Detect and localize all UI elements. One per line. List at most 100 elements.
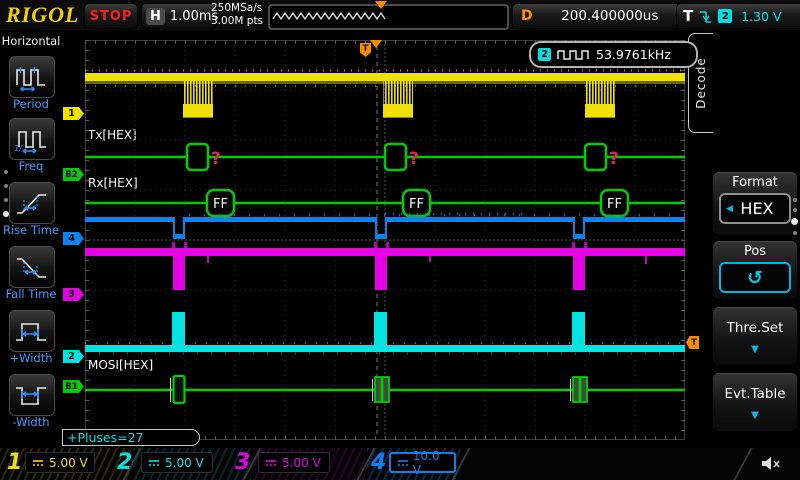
- trigger-level-value: 1.30 V: [741, 9, 781, 24]
- rx-byte-value: FF: [213, 197, 228, 212]
- rx-byte-value: FF: [607, 197, 622, 212]
- pos-softkey[interactable]: Pos ↺: [712, 240, 798, 300]
- run-state-label: STOP: [90, 9, 133, 24]
- frequency-counter: 2 53.9761kHz: [529, 41, 698, 68]
- bus1-position-marker[interactable]: B1: [63, 380, 84, 393]
- plus-width-label: +Width: [0, 351, 62, 365]
- fall-time-icon: [13, 252, 51, 282]
- left-page-dot: [4, 184, 8, 188]
- pulse-counter-readout: +Pluses=27: [62, 429, 200, 446]
- ch2-trace: [85, 312, 685, 354]
- left-page-dot: [4, 198, 8, 202]
- format-label: Format: [732, 172, 778, 193]
- plus-width-icon: [13, 316, 51, 346]
- rise-time-icon: [13, 188, 51, 218]
- minus-width-label: -Width: [0, 415, 62, 429]
- tx-error-mark: ?: [609, 149, 619, 169]
- waveform-svg: ? ? ? FF FF FF: [85, 40, 685, 440]
- trigger-readout: T 2 1.30 V: [676, 3, 800, 29]
- sample-rate: 250MSa/s: [211, 2, 263, 15]
- ch4-scale-value: 10.0 V: [413, 449, 448, 477]
- ch3-position-marker[interactable]: 3: [63, 288, 84, 301]
- threshold-softkey[interactable]: Thre.Set ▼: [712, 306, 798, 366]
- ch3-scale-value: 5.00 V: [282, 456, 321, 470]
- tx-error-mark: ?: [409, 149, 419, 169]
- format-value: HEX: [733, 199, 781, 218]
- left-page-dot: [4, 170, 8, 174]
- oscilloscope-screen: RIGOL STOP H 1.00ms 250MSa/s 3.00M pts D…: [0, 0, 800, 480]
- bus2-position-marker[interactable]: B2: [63, 168, 84, 181]
- speaker-mute-icon: [760, 454, 782, 477]
- falling-edge-icon: [698, 8, 713, 25]
- svg-text:1/: 1/: [14, 144, 23, 153]
- rise-time-button[interactable]: [9, 182, 55, 224]
- left-menu-title: Horizontal: [0, 34, 62, 48]
- waveform-preview-bar[interactable]: [268, 4, 509, 30]
- ch3-number[interactable]: 3: [235, 450, 250, 475]
- ch4-number[interactable]: 4: [371, 450, 386, 475]
- ch2-position-marker[interactable]: 2: [63, 350, 84, 363]
- ch1-scale-value: 5.00 V: [49, 456, 88, 470]
- event-table-softkey[interactable]: Evt.Table ▼: [712, 372, 798, 432]
- ch1-scale-chip[interactable]: 5.00 V: [25, 452, 95, 473]
- period-label: Period: [0, 97, 62, 111]
- trigger-level-marker-icon[interactable]: T: [686, 336, 699, 349]
- mosi-decode-trace: [85, 376, 685, 403]
- preview-trigger-marker-icon[interactable]: [375, 1, 387, 9]
- left-arrow-icon: ◀: [726, 204, 733, 214]
- right-page-dots: [791, 198, 798, 235]
- pos-value-box: ↺: [719, 262, 791, 293]
- freq-label: Freq: [0, 159, 62, 173]
- fall-time-button[interactable]: [9, 246, 55, 288]
- memory-depth: 3.00M pts: [211, 15, 263, 28]
- left-page-dot-active: [3, 211, 9, 217]
- delay-readout: D 200.400000us: [512, 3, 686, 29]
- ch1-number[interactable]: 1: [7, 450, 22, 475]
- acquisition-readout: 250MSa/s 3.00M pts: [211, 2, 263, 28]
- trigger-t-label: T: [683, 7, 693, 25]
- waveform-display: ? ? ? FF FF FF: [85, 40, 685, 440]
- ch2-scale-chip[interactable]: 5.00 V: [141, 452, 213, 473]
- square-wave-icon: [557, 48, 590, 62]
- rotate-icon: ↺: [747, 267, 763, 289]
- tx-error-mark: ?: [211, 149, 221, 169]
- ch4-position-marker[interactable]: 4: [63, 232, 84, 245]
- freq-icon: 1/: [13, 124, 51, 154]
- format-value-box: ◀ HEX: [719, 193, 791, 224]
- minus-width-icon: [13, 380, 51, 410]
- period-button[interactable]: [9, 56, 55, 98]
- run-state-badge: STOP: [84, 3, 138, 29]
- brand-logo: RIGOL: [6, 2, 79, 28]
- coupling-dc-icon: [265, 459, 277, 467]
- fall-time-label: Fall Time: [0, 287, 62, 301]
- coupling-dc-icon: [397, 459, 408, 467]
- ch2-number[interactable]: 2: [117, 450, 132, 475]
- format-softkey[interactable]: Format ◀ HEX: [712, 171, 798, 236]
- trigger-position-triangle-icon[interactable]: [370, 40, 382, 48]
- plus-width-button[interactable]: [9, 310, 55, 352]
- dropdown-icon: ▼: [751, 344, 759, 355]
- ch3-scale-chip[interactable]: 5.00 V: [258, 452, 330, 473]
- channel-status-bar: 1 5.00 V 2 5.00 V 3 5.00 V 4 10.0: [0, 448, 800, 480]
- top-status-bar: RIGOL STOP H 1.00ms 250MSa/s 3.00M pts D…: [0, 0, 800, 30]
- minus-width-button[interactable]: [9, 374, 55, 416]
- freq-button[interactable]: 1/: [9, 118, 55, 160]
- decode-tab-label: Decode: [694, 57, 708, 109]
- delay-value: 200.400000us: [543, 8, 677, 24]
- rx-byte-value: FF: [409, 197, 424, 212]
- freq-counter-source-badge: 2: [538, 48, 551, 61]
- delay-d-label: D: [521, 8, 533, 24]
- timebase-readout: H 1.00ms: [141, 3, 217, 29]
- trigger-source-badge: 2: [718, 9, 732, 23]
- ch1-position-marker[interactable]: 1: [63, 107, 84, 120]
- dropdown-icon: ▼: [751, 410, 759, 421]
- ch4-trace: [85, 214, 685, 239]
- threshold-label: Thre.Set: [727, 318, 784, 339]
- timebase-h-label: H: [146, 8, 165, 25]
- period-icon: [13, 62, 51, 92]
- coupling-dc-icon: [148, 459, 160, 467]
- ch3-trace: [85, 242, 685, 290]
- ch4-scale-chip[interactable]: 10.0 V: [389, 452, 456, 473]
- rise-time-label: Rise Time: [0, 223, 62, 237]
- freq-counter-value: 53.9761kHz: [596, 47, 671, 62]
